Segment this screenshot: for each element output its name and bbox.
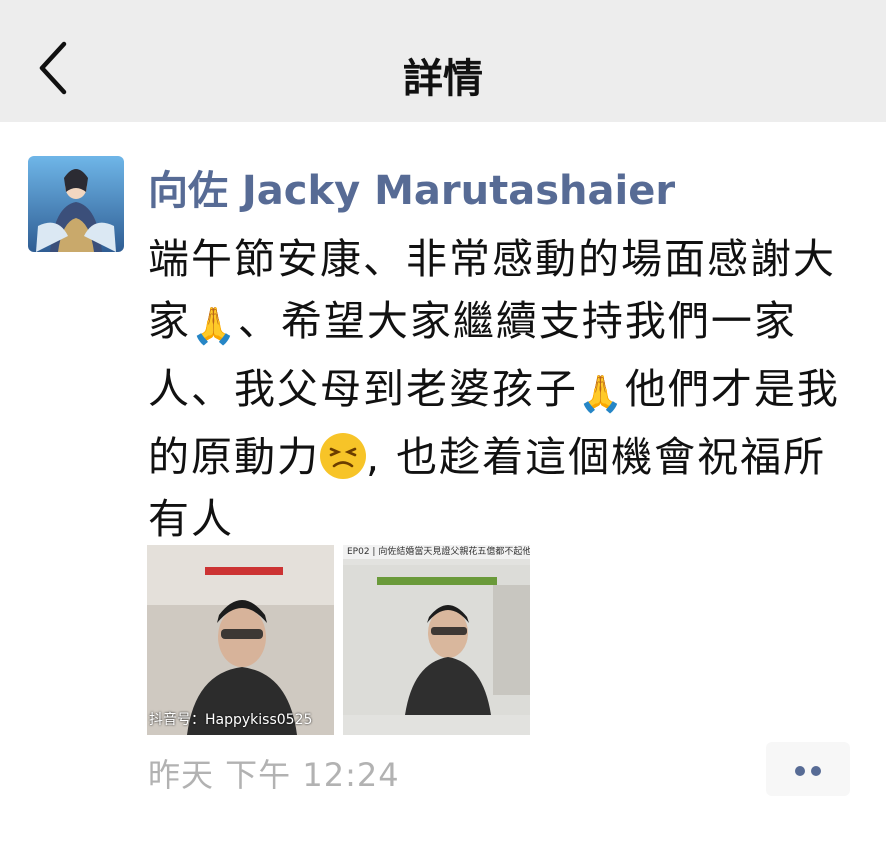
pray-icon: 🙏 bbox=[578, 374, 625, 415]
nav-bar: 詳情 bbox=[0, 0, 886, 122]
avatar[interactable] bbox=[28, 156, 124, 252]
more-actions-button[interactable] bbox=[766, 742, 850, 796]
post-image-2[interactable]: EP02 | 向佐結婚當天見證父親花五億都不起他 bbox=[343, 545, 530, 735]
pray-icon: 🙏 bbox=[191, 306, 238, 347]
persevering-face-icon bbox=[320, 433, 366, 479]
post-timestamp: 昨天 下午 12:24 bbox=[148, 756, 400, 794]
image-caption: EP02 | 向佐結婚當天見證父親花五億都不起他 bbox=[343, 545, 530, 559]
post-text: 端午節安康、非常感動的場面感謝大家🙏、希望大家繼續支持我們一家人、我父母到老婆孩… bbox=[148, 228, 848, 550]
dot-icon bbox=[795, 766, 805, 776]
page-title: 詳情 bbox=[403, 56, 483, 102]
image-watermark: 抖音号：Happykiss0525 bbox=[149, 712, 313, 728]
author-name[interactable]: 向佐 Jacky Marutashaier bbox=[148, 158, 675, 216]
dot-icon bbox=[811, 766, 821, 776]
post-image-1[interactable]: 抖音号：Happykiss0525 bbox=[147, 545, 334, 735]
